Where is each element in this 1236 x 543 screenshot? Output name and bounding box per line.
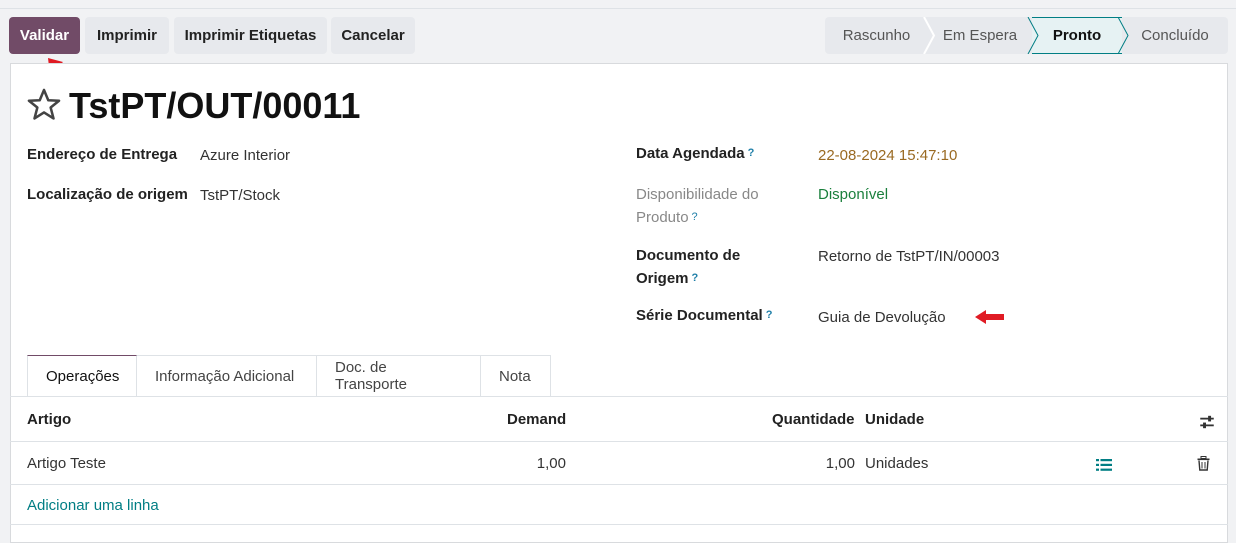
scheduled-date-value[interactable]: 22-08-2024 15:47:10 [818, 144, 957, 167]
column-header-product[interactable]: Artigo [27, 411, 71, 428]
table-row-divider [10, 484, 1228, 485]
annotation-arrow-icon [975, 310, 1004, 324]
column-header-unit[interactable]: Unidade [865, 411, 924, 428]
document-series-label: Série Documental? [636, 304, 772, 327]
status-chevrons [923, 17, 1129, 54]
tab-additional-info[interactable]: Informação Adicional [137, 355, 317, 397]
help-icon[interactable]: ? [692, 211, 698, 223]
add-line-link[interactable]: Adicionar uma linha [27, 497, 159, 514]
availability-label-line1: Disponibilidade do [636, 186, 759, 203]
availability-label: Disponibilidade do Produto? [636, 183, 759, 229]
print-labels-button[interactable]: Imprimir Etiquetas [174, 17, 327, 54]
delivery-address-value[interactable]: Azure Interior [200, 144, 290, 167]
tab-operations[interactable]: Operações [27, 355, 137, 397]
print-button[interactable]: Imprimir [85, 17, 169, 54]
tab-transport-doc[interactable]: Doc. de Transporte [317, 355, 481, 397]
cancel-button[interactable]: Cancelar [331, 17, 415, 54]
delete-trash-icon[interactable] [1197, 456, 1210, 471]
origin-document-value[interactable]: Retorno de TstPT/IN/00003 [818, 245, 1000, 268]
source-location-value[interactable]: TstPT/Stock [200, 184, 280, 207]
top-divider [0, 8, 1236, 9]
form-sheet [10, 63, 1228, 543]
column-header-quantity[interactable]: Quantidade [772, 411, 855, 428]
scheduled-date-label-text: Data Agendada [636, 145, 745, 162]
help-icon[interactable]: ? [748, 147, 755, 159]
tabs-divider [10, 396, 1228, 397]
scheduled-date-label: Data Agendada? [636, 142, 754, 165]
row-product[interactable]: Artigo Teste [27, 455, 106, 472]
favorite-star-icon[interactable] [25, 86, 63, 124]
availability-label-line2: Produto [636, 209, 689, 226]
row-quantity[interactable]: 1,00 [815, 455, 855, 472]
record-title: TstPT/OUT/00011 [69, 85, 361, 126]
row-unit[interactable]: Unidades [865, 455, 928, 472]
document-series-label-text: Série Documental [636, 307, 763, 324]
notebook-tabs: Operações Informação Adicional Doc. de T… [27, 355, 551, 397]
details-list-icon[interactable] [1096, 458, 1112, 472]
table-footer-divider [10, 524, 1228, 525]
row-demand[interactable]: 1,00 [526, 455, 566, 472]
origin-document-label-line2: Origem [636, 270, 689, 287]
tab-note[interactable]: Nota [481, 355, 551, 397]
table-header-divider [10, 441, 1228, 442]
origin-document-label: Documento de Origem? [636, 244, 740, 290]
availability-value: Disponível [818, 186, 889, 203]
help-icon[interactable]: ? [692, 272, 699, 284]
column-header-demand[interactable]: Demand [507, 411, 566, 428]
source-location-label: Localização de origem [27, 186, 188, 203]
validate-button[interactable]: Validar [9, 17, 80, 54]
help-icon[interactable]: ? [766, 309, 773, 321]
delivery-address-label: Endereço de Entrega [27, 146, 178, 163]
origin-document-label-line1: Documento de [636, 247, 741, 264]
column-settings-icon[interactable] [1198, 413, 1216, 431]
document-series-value[interactable]: Guia de Devolução [818, 306, 946, 329]
